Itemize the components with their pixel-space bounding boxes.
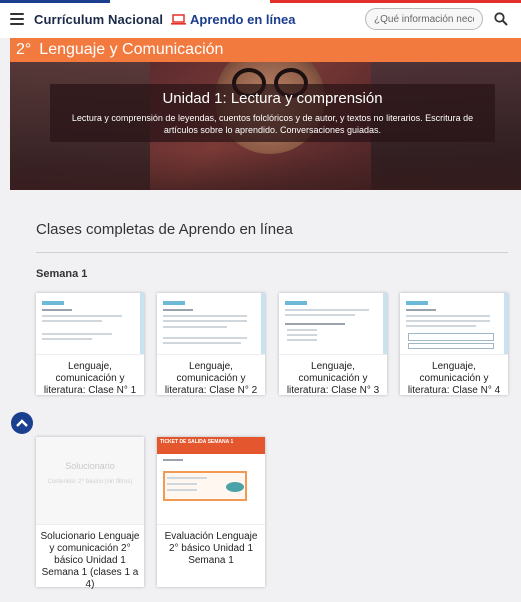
subject-title: Lenguaje y Comunicación	[39, 41, 224, 58]
hero-banner: Unidad 1: Lectura y comprensión Lectura …	[10, 62, 521, 190]
hamburger-menu-icon[interactable]	[10, 13, 24, 25]
solucionario-card-label: Solucionario Lenguaje y comunicación 2° …	[40, 531, 140, 590]
class-card-label: Lenguaje, comunicación y literatura: Cla…	[43, 361, 137, 396]
class-card-4[interactable]: Lenguaje, comunicación y literatura: Cla…	[400, 293, 508, 396]
tricolor-stripe	[0, 0, 521, 3]
class-card-thumbnail	[36, 293, 144, 355]
evaluacion-thumbnail: TICKET DE SALIDA SEMANA 1	[157, 437, 265, 525]
grade-number: 2°	[16, 41, 32, 58]
class-card-2[interactable]: Lenguaje, comunicación y literatura: Cla…	[157, 293, 265, 396]
class-card-thumbnail	[157, 293, 265, 355]
top-navigation-bar: Currículum Nacional Aprendo en línea	[0, 0, 521, 38]
week-label: Semana 1	[36, 268, 88, 280]
chevron-up-icon	[16, 419, 28, 427]
unit-description: Lectura y comprensión de leyendas, cuent…	[71, 113, 474, 135]
class-card-label: Lenguaje, comunicación y literatura: Cla…	[286, 361, 380, 396]
class-card-label: Lenguaje, comunicación y literatura: Cla…	[407, 361, 501, 396]
search-icon[interactable]	[491, 9, 511, 29]
aprendo-en-linea-link[interactable]: Aprendo en línea	[190, 12, 295, 27]
evaluacion-card[interactable]: TICKET DE SALIDA SEMANA 1 Evaluación Len…	[157, 437, 265, 587]
section-divider	[36, 252, 508, 253]
ticket-header-text: TICKET DE SALIDA SEMANA 1	[160, 439, 234, 445]
hero-fade	[10, 150, 521, 190]
grade-subject-bar: 2° Lenguaje y Comunicación	[10, 38, 521, 62]
search-input[interactable]	[365, 8, 483, 30]
unit-title: Unidad 1: Lectura y comprensión	[162, 90, 383, 107]
laptop-icon	[171, 13, 187, 25]
solucionario-thumb-title: Solucionario	[65, 461, 115, 471]
section-title: Clases completas de Aprendo en línea	[36, 221, 293, 238]
hero-text-box: Unidad 1: Lectura y comprensión Lectura …	[50, 84, 495, 142]
class-card-thumbnail	[279, 293, 387, 355]
class-card-1[interactable]: Lenguaje, comunicación y literatura: Cla…	[36, 293, 144, 396]
solucionario-thumbnail: Solucionario Contenido: 2° básico (sin f…	[36, 437, 144, 525]
solucionario-thumb-subtitle: Contenido: 2° básico (sin filtros)	[47, 479, 133, 485]
brand-curriculum-nacional[interactable]: Currículum Nacional	[34, 12, 163, 27]
scroll-to-top-button[interactable]	[11, 412, 33, 434]
class-card-3[interactable]: Lenguaje, comunicación y literatura: Cla…	[279, 293, 387, 396]
illustration-icon	[226, 482, 244, 492]
search-area	[365, 8, 511, 30]
class-card-thumbnail	[400, 293, 508, 355]
evaluacion-card-label: Evaluación Lenguaje 2° básico Unidad 1 S…	[164, 531, 258, 566]
class-card-label: Lenguaje, comunicación y literatura: Cla…	[164, 361, 258, 396]
solucionario-card[interactable]: Solucionario Contenido: 2° básico (sin f…	[36, 437, 144, 590]
